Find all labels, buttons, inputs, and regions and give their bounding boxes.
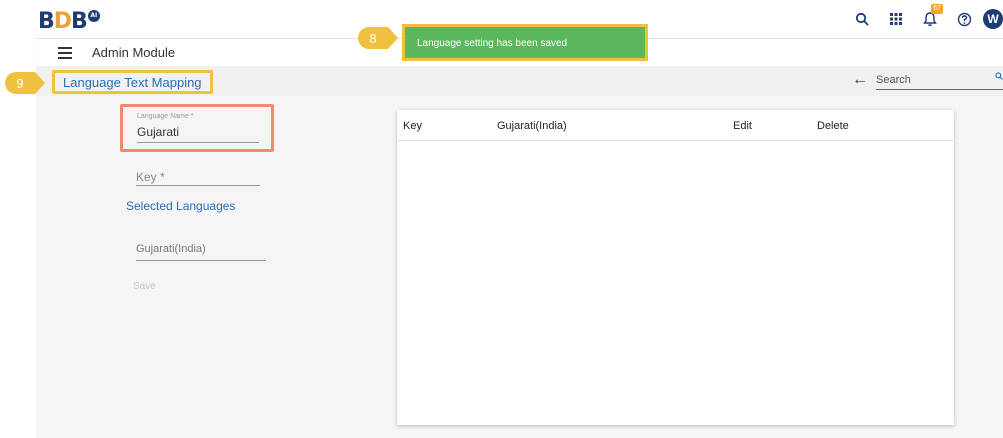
- back-arrow-icon[interactable]: ←: [852, 71, 868, 89]
- page-title: Language Text Mapping: [52, 70, 213, 94]
- logo-letter-b1: B: [38, 8, 55, 34]
- sub-header-bar: Language Text Mapping ←: [36, 66, 1003, 96]
- top-icons: 67 W: [839, 4, 1003, 30]
- column-header-key[interactable]: Key: [403, 120, 422, 132]
- logo-letter-d: D: [53, 8, 72, 34]
- logo-ai-badge: AI: [87, 10, 100, 22]
- column-header-delete: Delete: [817, 120, 849, 132]
- column-header-language[interactable]: Gujarati(India): [497, 120, 567, 132]
- step-callout-9: 9: [5, 72, 45, 94]
- key-placeholder: Key *: [136, 170, 165, 184]
- search-input[interactable]: [876, 74, 986, 86]
- save-button[interactable]: Save: [133, 281, 156, 292]
- mapping-table: Key Gujarati(India) Edit Delete: [397, 110, 954, 425]
- toast-message: Language setting has been saved: [417, 38, 568, 49]
- hamburger-menu-icon[interactable]: [58, 47, 72, 62]
- selected-language-field[interactable]: Gujarati(India): [136, 243, 266, 261]
- key-input[interactable]: Key *: [136, 168, 260, 186]
- help-icon[interactable]: [953, 8, 975, 30]
- logo-letter-b2: B: [71, 8, 88, 34]
- language-name-label: Language Name *: [137, 113, 194, 120]
- success-toast: Language setting has been saved: [402, 24, 648, 61]
- search-small-icon[interactable]: [995, 72, 1003, 82]
- language-name-field[interactable]: Language Name * Gujarati: [120, 104, 274, 152]
- table-header: Key Gujarati(India) Edit Delete: [397, 110, 954, 141]
- selected-languages-heading: Selected Languages: [126, 199, 236, 213]
- column-header-edit: Edit: [733, 120, 752, 132]
- bdb-logo[interactable]: B D B AI: [38, 8, 100, 34]
- apps-grid-icon[interactable]: [885, 8, 907, 30]
- user-avatar[interactable]: W: [983, 9, 1003, 29]
- notification-count-badge: 67: [931, 4, 943, 14]
- step-callout-8: 8: [358, 27, 398, 49]
- language-name-underline: [137, 142, 259, 143]
- notification-bell-icon[interactable]: 67: [919, 4, 943, 30]
- search-box: [876, 70, 1003, 90]
- module-title: Admin Module: [92, 45, 176, 60]
- search-icon[interactable]: [851, 8, 873, 30]
- language-name-value[interactable]: Gujarati: [137, 125, 179, 139]
